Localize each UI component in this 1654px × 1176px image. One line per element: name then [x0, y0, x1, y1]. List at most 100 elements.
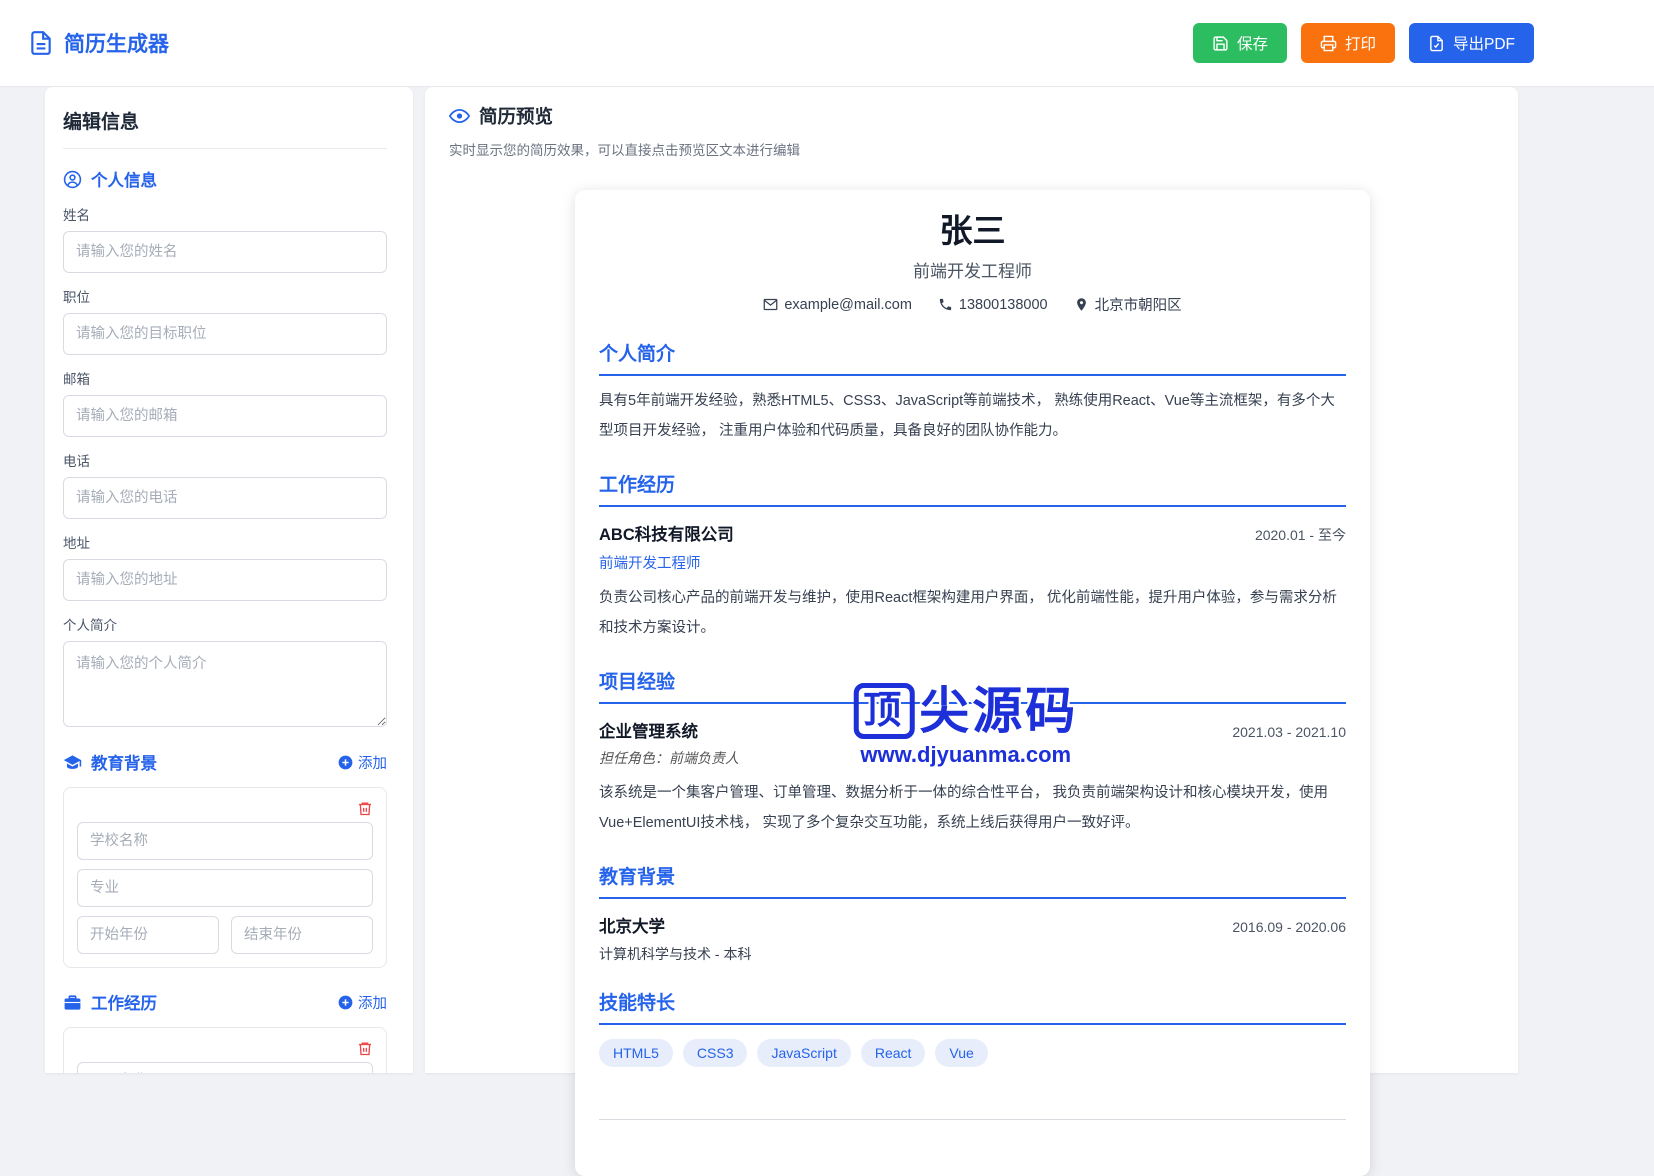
education-period[interactable]: 2016.09 - 2020.06 — [1232, 919, 1346, 935]
project-role[interactable]: 担任角色：前端负责人 — [599, 748, 1346, 768]
app-title: 简历生成器 — [64, 28, 169, 58]
save-button-label: 保存 — [1237, 32, 1268, 54]
resume-job-title[interactable]: 前端开发工程师 — [599, 257, 1346, 282]
skills-section-title[interactable]: 技能特长 — [599, 988, 1346, 1025]
print-button-label: 打印 — [1345, 32, 1376, 54]
company-input[interactable] — [77, 1062, 373, 1073]
email-input[interactable] — [63, 395, 387, 437]
preview-panel: 简历预览 实时显示您的简历效果，可以直接点击预览区文本进行编辑 张三 前端开发工… — [425, 87, 1518, 1073]
export-pdf-button-label: 导出PDF — [1453, 32, 1515, 54]
work-role[interactable]: 前端开发工程师 — [599, 552, 1346, 573]
trash-icon — [357, 1045, 373, 1060]
education-section-title[interactable]: 教育背景 — [599, 862, 1346, 899]
section-skills: 技能特长 HTML5 CSS3 JavaScript React Vue — [599, 988, 1346, 1067]
skill-tag[interactable]: CSS3 — [683, 1039, 748, 1067]
delete-work-button[interactable] — [357, 1040, 373, 1057]
education-entry: 北京大学 2016.09 - 2020.06 计算机科学与技术 - 本科 — [599, 913, 1346, 964]
skill-tag[interactable]: Vue — [935, 1039, 987, 1067]
contact-email[interactable]: example@mail.com — [763, 294, 912, 315]
section-profile: 个人简介 具有5年前端开发经验，熟悉HTML5、CSS3、JavaScript等… — [599, 339, 1346, 446]
position-input[interactable] — [63, 313, 387, 355]
skill-tag[interactable]: React — [861, 1039, 926, 1067]
contact-phone[interactable]: 13800138000 — [938, 294, 1048, 315]
work-section-title[interactable]: 工作经历 — [599, 470, 1346, 507]
project-period[interactable]: 2021.03 - 2021.10 — [1232, 724, 1346, 740]
skill-tag[interactable]: JavaScript — [757, 1039, 850, 1067]
personal-info-section-title: 个人信息 — [91, 167, 157, 191]
work-period[interactable]: 2020.01 - 至今 — [1255, 525, 1346, 545]
school-input[interactable] — [77, 822, 373, 860]
add-work-button[interactable]: 添加 — [338, 992, 387, 1013]
work-section-header: 工作经历 — [63, 990, 157, 1014]
end-year-input[interactable] — [231, 916, 373, 954]
editor-title: 编辑信息 — [63, 107, 387, 149]
preview-subtitle: 实时显示您的简历效果，可以直接点击预览区文本进行编辑 — [449, 139, 1494, 159]
address-label: 地址 — [63, 532, 387, 552]
skill-tag-row: HTML5 CSS3 JavaScript React Vue — [599, 1039, 1346, 1067]
project-description[interactable]: 该系统是一个集客户管理、订单管理、数据分析于一体的综合性平台， 我负责前端架构设… — [599, 778, 1346, 838]
work-item-card — [63, 1027, 387, 1073]
project-name[interactable]: 企业管理系统 — [599, 718, 698, 742]
name-input[interactable] — [63, 231, 387, 273]
company-name[interactable]: ABC科技有限公司 — [599, 521, 734, 545]
contact-row: example@mail.com 13800138000 北京市朝阳区 — [599, 294, 1346, 315]
add-education-button[interactable]: 添加 — [338, 752, 387, 773]
work-entry: ABC科技有限公司 2020.01 - 至今 前端开发工程师 负责公司核心产品的… — [599, 521, 1346, 643]
profile-section-title[interactable]: 个人简介 — [599, 339, 1346, 376]
section-projects: 项目经验 企业管理系统 2021.03 - 2021.10 担任角色：前端负责人… — [599, 667, 1346, 838]
document-icon — [28, 30, 54, 56]
intro-label: 个人简介 — [63, 614, 387, 634]
trash-icon — [357, 805, 373, 820]
print-button[interactable]: 打印 — [1301, 23, 1395, 63]
project-entry: 企业管理系统 2021.03 - 2021.10 担任角色：前端负责人 该系统是… — [599, 718, 1346, 838]
resume-bottom-divider — [599, 1119, 1346, 1120]
phone-label: 电话 — [63, 450, 387, 470]
section-education: 教育背景 北京大学 2016.09 - 2020.06 计算机科学与技术 - 本… — [599, 862, 1346, 964]
editor-panel: 编辑信息 个人信息 姓名 职位 邮箱 电话 地址 个人简介 教育背景 添加 — [45, 87, 413, 1073]
education-section-header: 教育背景 — [63, 750, 157, 774]
profile-text[interactable]: 具有5年前端开发经验，熟悉HTML5、CSS3、JavaScript等前端技术，… — [599, 386, 1346, 446]
education-item-card — [63, 787, 387, 968]
app-logo: 简历生成器 — [28, 28, 169, 58]
add-work-label: 添加 — [358, 992, 387, 1013]
location-pin-icon — [1074, 297, 1089, 312]
start-year-input[interactable] — [77, 916, 219, 954]
user-icon — [63, 170, 82, 189]
preview-title: 简历预览 — [479, 103, 553, 129]
intro-textarea[interactable] — [63, 641, 387, 727]
save-icon — [1212, 35, 1229, 52]
export-pdf-button[interactable]: 导出PDF — [1409, 23, 1534, 63]
skill-tag[interactable]: HTML5 — [599, 1039, 673, 1067]
major-input[interactable] — [77, 869, 373, 907]
address-input[interactable] — [63, 559, 387, 601]
plus-circle-icon — [338, 755, 353, 770]
work-section-title: 工作经历 — [91, 990, 157, 1014]
position-label: 职位 — [63, 286, 387, 306]
plus-circle-icon — [338, 995, 353, 1010]
resume-card: 张三 前端开发工程师 example@mail.com 13800138000 … — [575, 190, 1370, 1176]
printer-icon — [1320, 35, 1337, 52]
name-label: 姓名 — [63, 204, 387, 224]
pdf-file-icon — [1428, 35, 1445, 52]
save-button[interactable]: 保存 — [1193, 23, 1287, 63]
eye-icon — [449, 108, 470, 124]
header-actions: 保存 打印 导出PDF — [1193, 23, 1534, 63]
phone-input[interactable] — [63, 477, 387, 519]
personal-info-section-header: 个人信息 — [63, 167, 157, 191]
briefcase-icon — [63, 993, 82, 1012]
school-name[interactable]: 北京大学 — [599, 913, 665, 937]
delete-education-button[interactable] — [357, 800, 373, 817]
contact-address[interactable]: 北京市朝阳区 — [1074, 294, 1182, 315]
section-work: 工作经历 ABC科技有限公司 2020.01 - 至今 前端开发工程师 负责公司… — [599, 470, 1346, 643]
email-label: 邮箱 — [63, 368, 387, 388]
education-detail[interactable]: 计算机科学与技术 - 本科 — [599, 944, 1346, 964]
envelope-icon — [763, 297, 778, 312]
add-education-label: 添加 — [358, 752, 387, 773]
app-header: 简历生成器 保存 打印 导出PDF — [0, 0, 1654, 87]
projects-section-title[interactable]: 项目经验 — [599, 667, 1346, 704]
phone-icon — [938, 297, 953, 312]
resume-name[interactable]: 张三 — [599, 210, 1346, 252]
education-section-title: 教育背景 — [91, 750, 157, 774]
work-description[interactable]: 负责公司核心产品的前端开发与维护，使用React框架构建用户界面， 优化前端性能… — [599, 583, 1346, 643]
graduation-cap-icon — [63, 753, 82, 772]
